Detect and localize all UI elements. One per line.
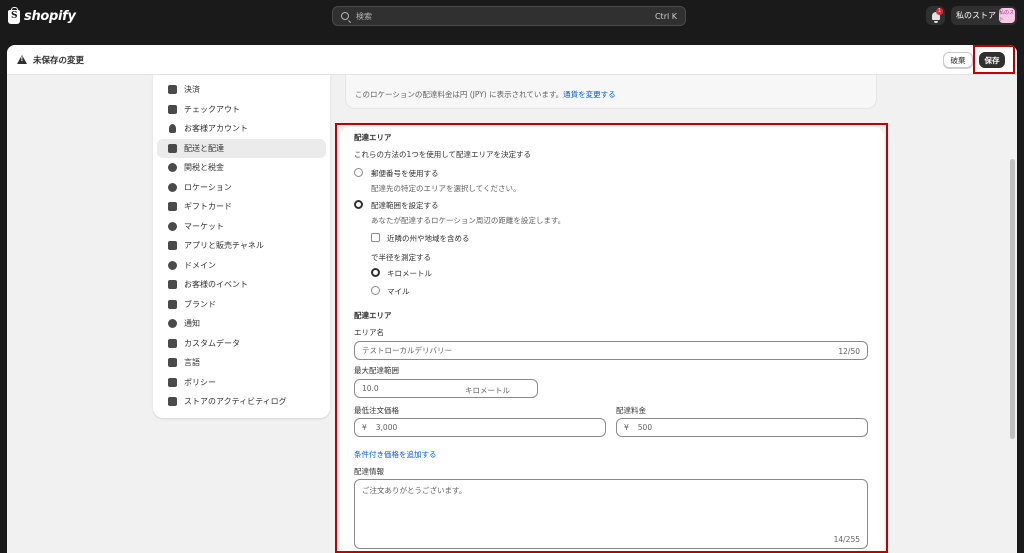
- bell-icon: [168, 319, 177, 329]
- change-currency-link[interactable]: 通貨を変更する: [563, 90, 616, 99]
- search-icon: [341, 12, 349, 20]
- store-menu-button[interactable]: 私のストア 私のスト: [951, 6, 1017, 25]
- shopify-bag-icon: [8, 6, 20, 24]
- sidebar-item-customer-events[interactable]: お客様のイベント: [157, 275, 326, 295]
- sidebar-item-customer-accounts[interactable]: お客様アカウント: [157, 119, 326, 139]
- gift-card-icon: [168, 202, 177, 212]
- data-icon: [168, 338, 177, 348]
- unsaved-changes-bar: 未保存の変更 破棄 保存: [7, 45, 1017, 75]
- sidebar-item-notifications[interactable]: 通知: [157, 314, 326, 334]
- policy-icon: [168, 377, 177, 387]
- logo-text: shopify: [24, 9, 76, 24]
- sidebar-item-shipping[interactable]: 配送と配達: [157, 138, 326, 158]
- sidebar-item-brand[interactable]: ブランド: [157, 295, 326, 315]
- sidebar-item-markets[interactable]: マーケット: [157, 217, 326, 237]
- delivery-zone-highlight-box: [335, 123, 888, 553]
- search-shortcut: Ctrl K: [654, 11, 677, 21]
- sidebar-item-checkout[interactable]: チェックアウト: [157, 100, 326, 120]
- scroll-thumb[interactable]: [1010, 159, 1015, 439]
- money-bag-icon: [168, 163, 177, 173]
- save-highlight-box: [973, 45, 1015, 74]
- sidebar-item-gift-cards[interactable]: ギフトカード: [157, 197, 326, 217]
- unsaved-title: 未保存の変更: [33, 55, 85, 66]
- location-pin-icon: [168, 182, 177, 192]
- sidebar-item-custom-data[interactable]: カスタムデータ: [157, 334, 326, 354]
- sidebar-item-payments[interactable]: 決済: [157, 80, 326, 100]
- sidebar-item-locations[interactable]: ロケーション: [157, 178, 326, 198]
- sparkle-icon: [168, 280, 177, 290]
- cart-icon: [168, 104, 177, 114]
- top-bar: shopify 検索 Ctrl K 1 私のストア 私のスト: [0, 0, 1024, 40]
- currency-info-card: このロケーションの配達料金は円 (JPY) に表示されています。通貨を変更する: [345, 75, 877, 109]
- sidebar-item-apps-channels[interactable]: アプリと販売チャネル: [157, 236, 326, 256]
- person-icon: [169, 124, 176, 134]
- sidebar-item-policies[interactable]: ポリシー: [157, 373, 326, 393]
- sidebar-item-domains[interactable]: ドメイン: [157, 256, 326, 276]
- notifications-button[interactable]: 1: [926, 6, 945, 25]
- settings-sidebar: 決済 チェックアウト お客様アカウント 配送と配達 関税と税金 ロケーション ギ…: [153, 75, 330, 418]
- shopify-logo[interactable]: shopify: [8, 6, 76, 24]
- discard-button[interactable]: 破棄: [943, 52, 973, 68]
- language-icon: [168, 358, 177, 368]
- sidebar-item-duties-taxes[interactable]: 関税と税金: [157, 158, 326, 178]
- store-avatar: 私のスト: [999, 8, 1015, 23]
- page-scrollbar[interactable]: [1008, 75, 1017, 553]
- globe-icon: [168, 260, 177, 270]
- brand-icon: [168, 299, 177, 309]
- payment-icon: [168, 85, 177, 95]
- globe-icon: [168, 221, 177, 231]
- list-icon: [168, 397, 177, 407]
- sidebar-item-languages[interactable]: 言語: [157, 353, 326, 373]
- currency-info-text: このロケーションの配達料金は円 (JPY) に表示されています。通貨を変更する: [355, 90, 616, 99]
- store-name: 私のストア: [956, 11, 996, 20]
- apps-icon: [168, 241, 177, 251]
- truck-icon: [168, 143, 177, 153]
- sidebar-item-activity-log[interactable]: ストアのアクティビティログ: [157, 392, 326, 412]
- notification-badge: 1: [936, 8, 943, 15]
- main-frame: 未保存の変更 破棄 保存 決済 チェックアウト お客様アカウント 配送と配達 関…: [7, 45, 1017, 553]
- search-placeholder: 検索: [356, 11, 372, 21]
- warning-icon: [17, 55, 27, 64]
- search-input[interactable]: 検索 Ctrl K: [332, 6, 686, 26]
